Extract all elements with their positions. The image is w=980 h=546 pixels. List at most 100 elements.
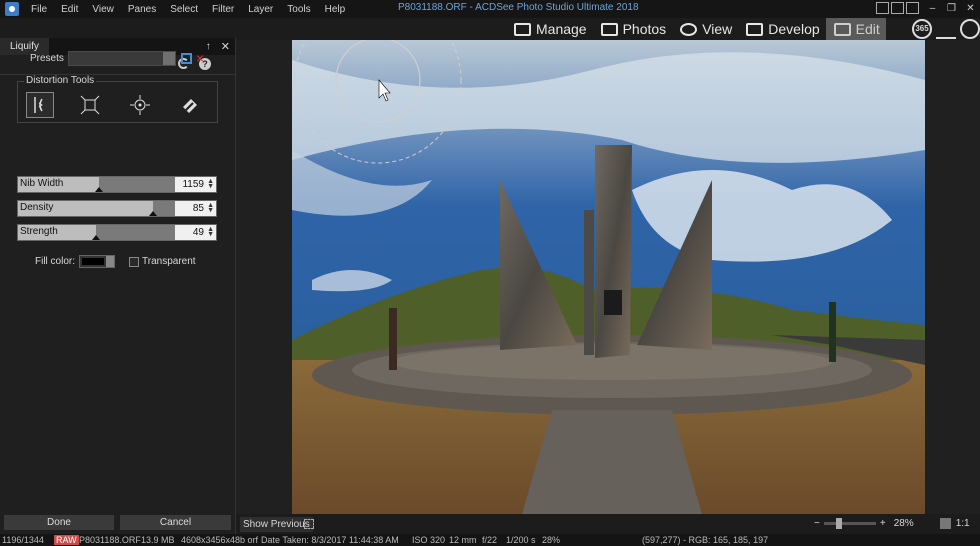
zoom-slider[interactable] [823,518,876,529]
develop-icon [746,22,764,36]
zoom-in-button[interactable]: + [880,518,886,529]
photos-icon [600,22,618,36]
menu-help[interactable]: Help [319,4,354,15]
mode-develop-label: Develop [768,21,820,37]
pinch-tool-button[interactable] [126,92,154,118]
push-tool-icon [34,97,43,113]
status-aperture: f/22 [482,535,498,545]
distortion-tools-group: Distortion Tools [17,75,218,123]
show-previous-button[interactable]: Show Previous [240,517,313,532]
expand-tool-button[interactable] [76,92,104,118]
mode-view-label: View [702,21,733,37]
fill-color-row: Fill color: Transparent [35,255,196,268]
panel-close-button[interactable]: ✕ [221,40,230,53]
status-iso: ISO 320 [412,535,446,545]
mode-view-button[interactable]: View [672,18,738,40]
menu-bar: File Edit View Panes Select Filter Layer… [25,4,353,15]
actual-size-button[interactable]: 1:1 [956,518,970,529]
restore-button[interactable]: ❐ [944,1,959,16]
status-filename: P8031188.ORF [79,535,141,545]
bottom-toolbar: Show Previous − + 28% 1:1 [236,514,980,534]
nib-width-thumb[interactable] [95,187,104,192]
grid-icon [514,22,531,36]
pinch-tool-icon [130,95,150,115]
dashboard-chart-icon[interactable] [936,19,956,39]
status-zoom: 28% [542,535,561,545]
cancel-button[interactable]: Cancel [120,515,231,530]
menu-layer[interactable]: Layer [242,4,281,15]
nib-width-spinner[interactable]: ▲ ▼ [207,178,214,190]
menu-view[interactable]: View [86,4,122,15]
status-focal: 12 mm [449,535,477,545]
minimize-button[interactable]: – [925,1,940,16]
eraser-icon [183,99,197,113]
delete-preset-icon[interactable]: × [196,51,204,65]
fill-color-picker[interactable] [79,255,116,268]
menu-select[interactable]: Select [164,4,206,15]
edit-tools-icon [833,22,851,36]
mode-edit-label: Edit [855,21,880,37]
presets-dropdown[interactable] [67,51,176,66]
menu-filter[interactable]: Filter [206,4,242,15]
push-tool-button[interactable] [26,92,54,118]
menu-edit[interactable]: Edit [55,4,86,15]
density-thumb[interactable] [149,211,158,216]
density-spinner[interactable]: ▲ ▼ [207,202,214,214]
raw-badge: RAW [54,535,79,545]
status-index: 1196/1344 [2,535,44,545]
strength-thumb[interactable] [91,235,100,240]
mode-photos-button[interactable]: Photos [593,18,673,40]
photo-monument[interactable] [292,40,925,514]
mode-bar: Manage Photos View Develop Edit 365 [236,18,980,40]
transparent-checkbox[interactable] [129,256,140,267]
done-button[interactable]: Done [4,515,114,530]
save-preset-icon[interactable] [180,53,192,64]
menu-file[interactable]: File [25,4,55,15]
close-window-button[interactable]: ✕ [963,1,978,16]
mode-manage-button[interactable]: Manage [506,18,593,40]
instant-view-icon[interactable] [960,19,980,39]
eye-icon [680,22,698,36]
layout-bottom-icon[interactable] [891,2,904,14]
app-logo-icon [5,2,19,16]
fill-color-label: Fill color: [35,256,76,267]
mode-photos-label: Photos [622,21,667,37]
strength-spinner[interactable]: ▲ ▼ [207,226,214,238]
mode-manage-label: Manage [536,21,587,37]
transparent-label: Transparent [142,256,196,267]
pin-icon[interactable]: ↑ [206,41,211,52]
acdsee-365-icon[interactable]: 365 [912,19,932,39]
mode-develop-button[interactable]: Develop [738,18,825,40]
status-filesize: 13.9 MB [141,535,175,545]
status-date: Date Taken: 8/3/2017 11:44:38 AM [261,535,399,545]
menu-tools[interactable]: Tools [281,4,318,15]
distortion-tools-label: Distortion Tools [24,75,97,86]
zoom-out-button[interactable]: − [814,518,820,529]
nib-width-slider[interactable]: Nib Width 1159 ▲ ▼ [17,176,217,193]
layout-left-icon[interactable] [876,2,889,14]
window-controls: – ❐ ✕ [925,1,978,16]
layout-toggles [876,2,919,14]
status-dimensions: 4608x3456x48b orf [181,535,259,545]
strength-label: Strength [20,226,58,237]
title-bar: File Edit View Panes Select Filter Layer… [0,0,980,18]
presets-row: Presets × [30,51,204,66]
zoom-dropdown-icon[interactable] [939,518,951,529]
status-pixel-info: (597,277) - RGB: 165, 185, 197 [642,535,769,545]
mode-edit-button[interactable]: Edit [825,18,886,40]
window-title: P8031188.ORF - ACDSee Photo Studio Ultim… [398,2,639,13]
expand-tool-icon [80,95,100,115]
density-slider[interactable]: Density 85 ▲ ▼ [17,200,217,217]
menu-panes[interactable]: Panes [122,4,164,15]
status-bar: 1196/1344 RAW P8031188.ORF 13.9 MB 4608x… [0,534,980,546]
layout-right-icon[interactable] [906,2,919,14]
status-shutter: 1/200 s [506,535,536,545]
nib-width-label: Nib Width [20,178,64,189]
zoom-control: − + 28% 1:1 [814,518,970,529]
strength-slider[interactable]: Strength 49 ▲ ▼ [17,224,217,241]
fullscreen-icon[interactable] [304,519,314,529]
zoom-value[interactable]: 28% [894,518,940,529]
density-label: Density [20,202,54,213]
presets-label: Presets [30,53,64,64]
restore-tool-button[interactable] [176,92,204,118]
